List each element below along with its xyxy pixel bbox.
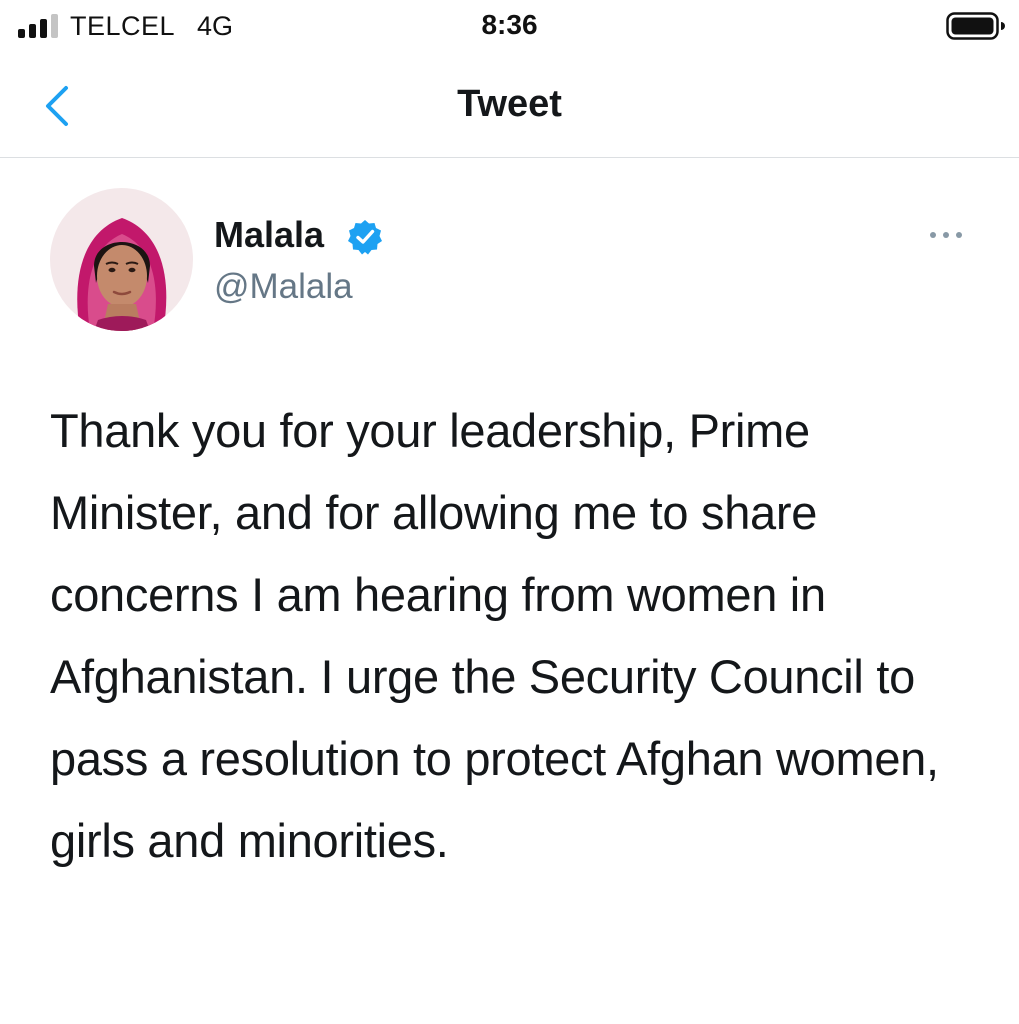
avatar[interactable] <box>50 188 193 331</box>
tweet: Malala @Malala Thank you for your leader… <box>0 158 1019 1024</box>
more-horizontal-icon <box>930 232 962 238</box>
page-title: Tweet <box>457 83 562 125</box>
verified-badge-icon <box>348 220 382 255</box>
avatar-image <box>50 188 193 331</box>
status-time: 8:36 <box>481 9 538 40</box>
more-options-button[interactable] <box>924 224 968 246</box>
tweet-text: Thank you for your leadership, Prime Min… <box>50 404 939 867</box>
status-bar: TELCEL 4G 8:36 <box>0 0 1019 52</box>
author-handle[interactable]: @Malala <box>214 266 353 308</box>
author-name[interactable]: Malala <box>214 214 324 256</box>
tweet-detail-screen: TELCEL 4G 8:36 Tweet Malala @Malala Than… <box>0 0 1019 1024</box>
nav-bar: Tweet <box>0 52 1019 158</box>
battery-icon <box>946 12 1005 40</box>
